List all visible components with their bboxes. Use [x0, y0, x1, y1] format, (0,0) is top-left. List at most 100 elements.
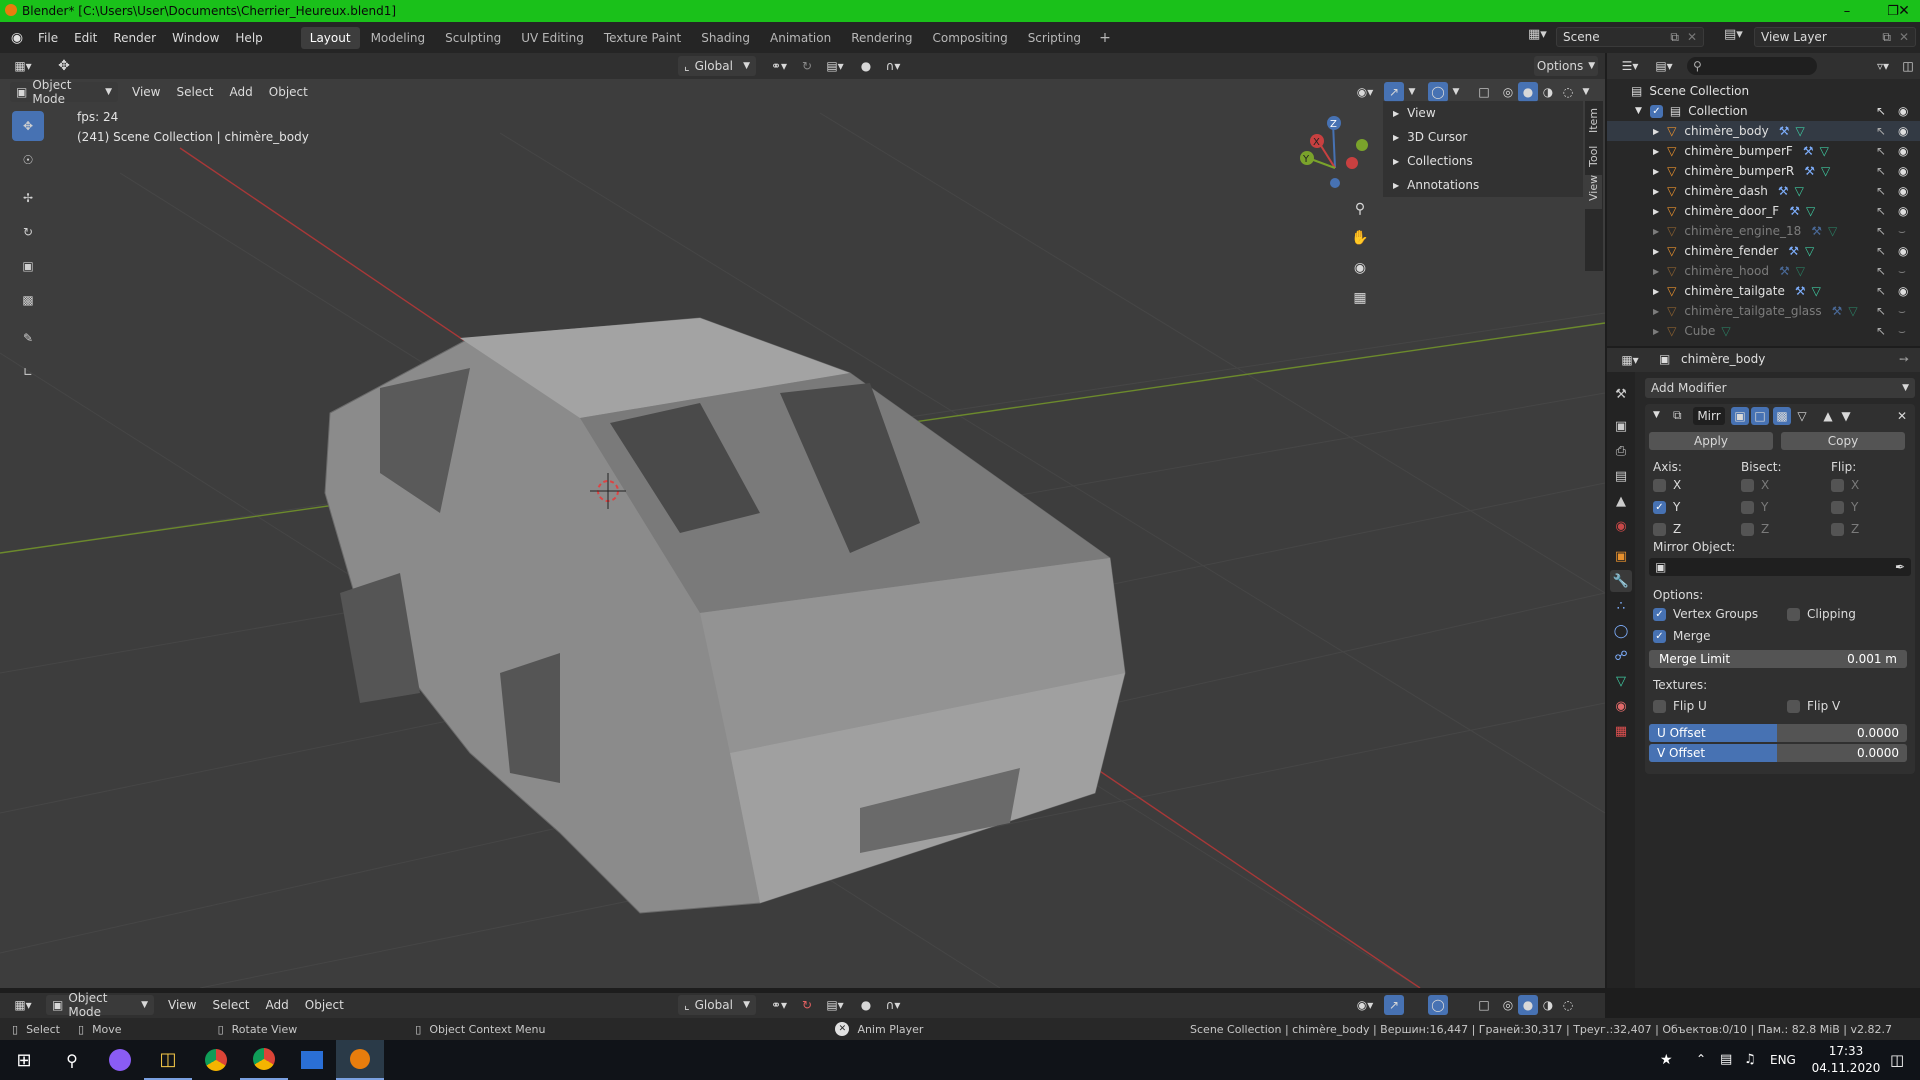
eye-closed-icon[interactable]: ⌣ — [1898, 224, 1906, 239]
properties-editor-type-icon[interactable]: ▦▾ — [1615, 350, 1645, 370]
merge-limit-slider[interactable]: Merge Limit 0.001 m — [1649, 650, 1907, 668]
collection-checkbox[interactable]: ✓ — [1649, 104, 1663, 118]
tab-rendering[interactable]: Rendering — [842, 27, 921, 49]
selectable-icon[interactable]: ↖ — [1876, 244, 1886, 258]
outliner-object-row[interactable]: ▶ ▽ chimère_body ⚒ ▽ ↖ ◉ — [1607, 121, 1920, 141]
bottom-falloff-icon[interactable]: ∩▾ — [878, 995, 908, 1015]
bottom-editor-type-icon[interactable]: ▦▾ — [8, 995, 38, 1015]
menu-window[interactable]: Window — [164, 31, 227, 45]
selectable-icon[interactable]: ↖ — [1876, 204, 1886, 218]
viewport-scene[interactable]: Z X Y — [0, 53, 1605, 988]
car-body-mesh[interactable] — [324, 317, 1126, 914]
language-indicator[interactable]: ENG — [1770, 1053, 1796, 1067]
add-workspace-button[interactable]: + — [1090, 26, 1120, 50]
view-layer-icon[interactable]: ▤▾ — [1724, 27, 1743, 42]
selectable-icon[interactable]: ↖ — [1876, 304, 1886, 318]
apply-button[interactable]: Apply — [1649, 432, 1773, 450]
flip-v-checkbox[interactable] — [1787, 700, 1800, 713]
expand-arrow-icon[interactable]: ▶ — [1653, 167, 1659, 176]
world-tab-icon[interactable]: ◉ — [1610, 515, 1632, 537]
scene-delete-icon[interactable]: ✕ — [1687, 30, 1697, 44]
expand-arrow-icon[interactable]: ▶ — [1653, 187, 1659, 196]
annotate-tool-icon[interactable]: ✎ — [12, 323, 44, 353]
scene-selector[interactable]: Scene ⧉ ✕ — [1556, 27, 1704, 47]
transform-tool-icon[interactable]: ▩ — [12, 285, 44, 315]
output-tab-icon[interactable]: ⎙ — [1610, 440, 1632, 462]
select-box-tool-icon[interactable]: ✥ — [12, 111, 44, 141]
people-icon[interactable]: ★ — [1660, 1052, 1673, 1068]
render-toggle-icon[interactable]: ▩ — [1773, 407, 1791, 425]
selectable-icon[interactable]: ↖ — [1876, 324, 1886, 338]
tool-tab-icon[interactable]: ⚒ — [1610, 383, 1632, 405]
blender-taskbar-icon[interactable] — [336, 1040, 384, 1080]
sidebar-tab-tool[interactable]: Tool — [1585, 141, 1602, 175]
expand-arrow-icon[interactable]: ▶ — [1653, 127, 1659, 136]
move-tool-icon[interactable]: ✢ — [12, 183, 44, 213]
menu-file[interactable]: File — [30, 31, 66, 45]
axis-x-checkbox[interactable] — [1653, 479, 1666, 492]
eye-closed-icon[interactable]: ⌣ — [1898, 264, 1906, 279]
chrome-profile-icon[interactable] — [240, 1040, 288, 1080]
move-up-icon[interactable]: ▲ — [1819, 407, 1837, 425]
outliner-editor-type-icon[interactable]: ☰▾ — [1615, 56, 1645, 76]
3d-viewport[interactable]: ▦▾ ✥ ⌞ Global ▼ ⚭▾ ↻ ▤▾ ● ∩▾ Options ▼ ▣… — [0, 53, 1605, 988]
view-layer-tab-icon[interactable]: ▤ — [1610, 465, 1632, 487]
u-offset-slider[interactable]: U Offset 0.0000 — [1649, 724, 1907, 742]
outliner-search-input[interactable]: ⚲ — [1687, 57, 1817, 75]
status-anim-player[interactable]: Anim Player — [857, 1023, 923, 1036]
axis-y-checkbox[interactable]: ✓ — [1653, 501, 1666, 514]
show-hidden-icons-icon[interactable]: ⌃ — [1696, 1052, 1706, 1066]
mirror-object-field[interactable]: ▣ ✒ — [1649, 558, 1911, 576]
clipping-checkbox[interactable] — [1787, 608, 1800, 621]
bottom-overlays-icon[interactable]: ◯ — [1428, 995, 1448, 1015]
close-window-icon[interactable]: ✕ — [1888, 0, 1920, 22]
cortana-icon[interactable] — [96, 1040, 144, 1080]
copy-button[interactable]: Copy — [1781, 432, 1905, 450]
scene-tab-icon[interactable]: ▲ — [1610, 490, 1632, 512]
expand-arrow-icon[interactable]: ▶ — [1653, 147, 1659, 156]
scene-icon[interactable]: ▦▾ — [1528, 27, 1547, 42]
tab-scripting[interactable]: Scripting — [1019, 27, 1090, 49]
selectable-icon[interactable]: ↖ — [1876, 264, 1886, 278]
chrome-icon[interactable] — [192, 1040, 240, 1080]
bottom-solid-icon[interactable]: ● — [1518, 995, 1538, 1015]
bottom-snap-element-icon[interactable]: ▤▾ — [820, 995, 850, 1015]
flip-z-checkbox[interactable] — [1831, 523, 1844, 536]
view-layer-delete-icon[interactable]: ✕ — [1899, 30, 1909, 44]
outliner-object-row[interactable]: ▶ ▽ chimère_door_F ⚒ ▽ ↖ ◉ — [1607, 201, 1920, 221]
bottom-menu-object[interactable]: Object — [297, 995, 352, 1015]
selectable-icon[interactable]: ↖ — [1876, 144, 1886, 158]
sidebar-tab-view[interactable]: View — [1585, 175, 1602, 209]
expand-arrow-icon[interactable]: ▶ — [1653, 207, 1659, 216]
expand-arrow-icon[interactable]: ▶ — [1653, 267, 1659, 276]
measure-tool-icon[interactable]: ∟ — [12, 357, 44, 387]
expand-arrow-icon[interactable]: ▶ — [1653, 307, 1659, 316]
tab-layout[interactable]: Layout — [300, 26, 360, 49]
sidebar-section-3d-cursor[interactable]: ▶ 3D Cursor — [1383, 125, 1583, 149]
expand-arrow-icon[interactable]: ▶ — [1653, 287, 1659, 296]
eye-icon[interactable]: ◉ — [1898, 244, 1908, 258]
menu-render[interactable]: Render — [105, 31, 164, 45]
windows-start-icon[interactable]: ⊞ — [0, 1040, 48, 1080]
add-modifier-dropdown[interactable]: Add Modifier ▼ — [1645, 378, 1915, 398]
display-mode-icon[interactable]: ▤▾ — [1649, 56, 1679, 76]
particles-tab-icon[interactable]: ∴ — [1610, 595, 1632, 617]
camera-view-icon[interactable]: ◉ — [1346, 253, 1374, 283]
navigation-gizmo[interactable]: Z X Y — [1300, 116, 1368, 188]
outliner-object-row[interactable]: ▶ ▽ chimère_bumperR ⚒ ▽ ↖ ◉ — [1607, 161, 1920, 181]
clock-time[interactable]: 17:33 — [1816, 1044, 1876, 1058]
bisect-z-checkbox[interactable] — [1741, 523, 1754, 536]
flip-u-checkbox[interactable] — [1653, 700, 1666, 713]
eye-icon[interactable]: ◉ — [1898, 164, 1908, 178]
collapse-arrow-icon[interactable]: ▼ — [1635, 106, 1642, 116]
pan-hand-icon[interactable]: ✋ — [1346, 223, 1374, 253]
axis-z-checkbox[interactable] — [1653, 523, 1666, 536]
outliner-object-row[interactable]: ▶ ▽ chimère_bumperF ⚒ ▽ ↖ ◉ — [1607, 141, 1920, 161]
eye-icon[interactable]: ◉ — [1898, 104, 1908, 118]
perspective-toggle-icon[interactable]: ▦ — [1346, 283, 1374, 313]
eye-icon[interactable]: ◉ — [1898, 124, 1908, 138]
tab-sculpting[interactable]: Sculpting — [436, 27, 510, 49]
sidebar-section-collections[interactable]: ▶ Collections — [1383, 149, 1583, 173]
selectable-icon[interactable]: ↖ — [1876, 284, 1886, 298]
tab-uv-editing[interactable]: UV Editing — [512, 27, 593, 49]
